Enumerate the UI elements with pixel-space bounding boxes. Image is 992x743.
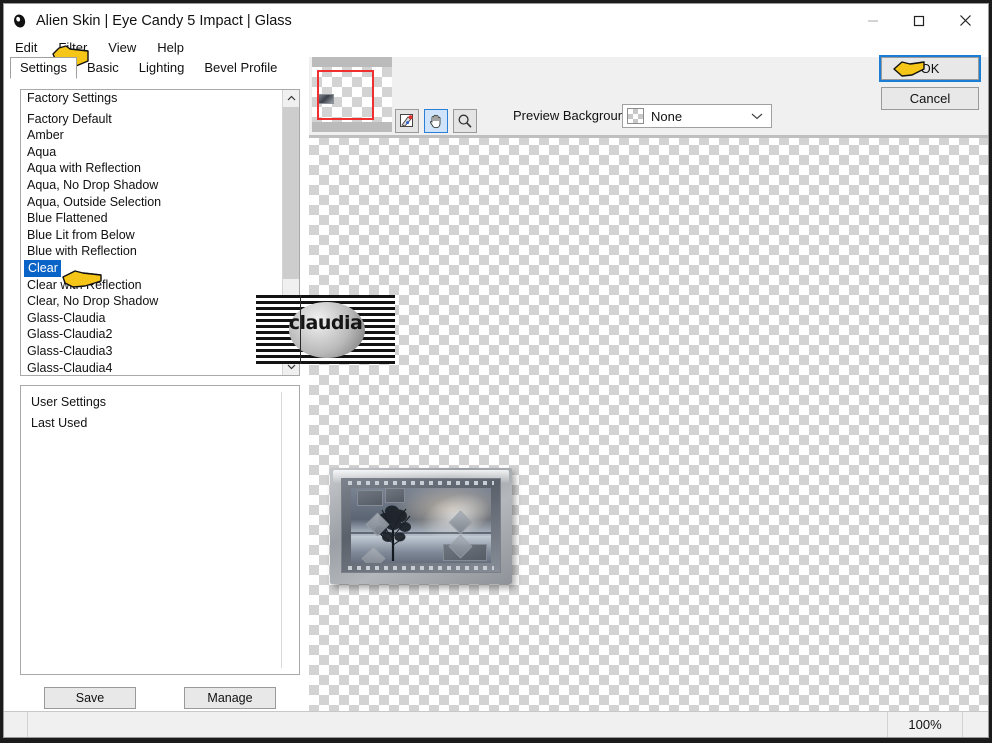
- list-item[interactable]: Aqua, No Drop Shadow: [21, 177, 282, 194]
- artwork-perforation-row: [348, 481, 494, 485]
- manage-button[interactable]: Manage: [184, 687, 276, 709]
- artwork-tab-shape: [385, 488, 405, 503]
- presets-scroll-area: Factory Settings Factory Default Amber A…: [21, 90, 282, 375]
- list-item[interactable]: Blue Flattened: [21, 210, 282, 227]
- navigator-top-band: [312, 57, 392, 67]
- artwork-inner-panel: [341, 478, 501, 573]
- list-item[interactable]: Amber: [21, 127, 282, 144]
- maximize-button[interactable]: [896, 4, 942, 37]
- list-item-selected-row: Clear: [21, 259, 282, 277]
- list-item[interactable]: Glass-Claudia4: [21, 360, 282, 376]
- preview-canvas[interactable]: [309, 135, 988, 711]
- status-message-cell: [28, 712, 888, 737]
- tab-bevel-profile[interactable]: Bevel Profile: [194, 57, 288, 79]
- preview-area: Preview Background: None OK Cancel: [309, 55, 988, 711]
- list-item[interactable]: Blue Lit from Below: [21, 227, 282, 244]
- preview-background-select[interactable]: None: [622, 104, 772, 128]
- status-left-cell: [4, 712, 28, 737]
- menu-item-filter[interactable]: Filter: [58, 40, 87, 55]
- save-button[interactable]: Save: [44, 687, 136, 709]
- list-item[interactable]: Clear, No Drop Shadow: [21, 293, 282, 310]
- application-window: Alien Skin | Eye Candy 5 Impact | Glass: [0, 0, 992, 743]
- claudia-watermark: claudia: [256, 295, 395, 364]
- list-item[interactable]: Last Used: [21, 413, 282, 434]
- list-item[interactable]: Glass-Claudia2: [21, 326, 282, 343]
- list-item[interactable]: User Settings: [21, 392, 282, 413]
- tab-settings[interactable]: Settings: [10, 57, 77, 79]
- list-item[interactable]: Aqua with Reflection: [21, 160, 282, 177]
- dialog-buttons: OK Cancel: [879, 55, 981, 110]
- chevron-down-icon[interactable]: [751, 107, 763, 125]
- watermark-text: claudia: [288, 312, 363, 334]
- preview-artwork: [330, 468, 512, 584]
- list-item[interactable]: Clear with Reflection: [21, 277, 282, 294]
- user-list-divider: [281, 392, 282, 668]
- window-controls: [850, 4, 988, 37]
- list-item[interactable]: Aqua: [21, 144, 282, 161]
- hand-tool-button[interactable]: [424, 109, 448, 133]
- zoom-tool-button[interactable]: [453, 109, 477, 133]
- list-item[interactable]: Aqua, Outside Selection: [21, 194, 282, 211]
- user-presets-list[interactable]: User Settings Last Used: [20, 385, 300, 675]
- menu-item-edit[interactable]: Edit: [15, 40, 37, 55]
- status-zoom-level: 100%: [888, 712, 963, 737]
- close-button[interactable]: [942, 4, 988, 37]
- scrollbar-thumb[interactable]: [283, 107, 299, 279]
- close-icon: [959, 15, 971, 26]
- ok-button[interactable]: OK: [879, 55, 981, 82]
- title-bar: Alien Skin | Eye Candy 5 Impact | Glass: [4, 4, 988, 37]
- eyedropper-tool-button[interactable]: [395, 109, 419, 133]
- window-inner-frame: Alien Skin | Eye Candy 5 Impact | Glass: [3, 3, 989, 738]
- watermark-vertical-line: [300, 295, 301, 364]
- minimize-icon: [868, 20, 878, 21]
- scroll-up-arrow-icon[interactable]: [283, 90, 299, 107]
- menu-item-view[interactable]: View: [108, 40, 136, 55]
- list-item[interactable]: Blue with Reflection: [21, 243, 282, 260]
- tab-strip: Settings Basic Lighting Bevel Profile: [4, 57, 309, 79]
- list-item-selected[interactable]: Clear: [24, 259, 61, 277]
- canvas-top-band: [309, 135, 988, 138]
- minimize-button[interactable]: [850, 4, 896, 37]
- settings-panel: Factory Settings Factory Default Amber A…: [4, 79, 309, 711]
- preset-action-buttons: Save Manage: [20, 683, 300, 713]
- artwork-photograph: [351, 488, 491, 563]
- tab-lighting[interactable]: Lighting: [128, 57, 195, 79]
- magnifier-icon: [458, 114, 472, 128]
- tool-buttons: [395, 109, 477, 133]
- status-resize-grip[interactable]: [963, 712, 988, 737]
- navigator-bottom-band: [312, 122, 392, 132]
- preview-background-label: Preview Background:: [513, 108, 636, 123]
- status-bar: 100%: [4, 711, 988, 737]
- maximize-icon: [913, 15, 925, 26]
- list-item[interactable]: Glass-Claudia3: [21, 343, 282, 360]
- navigator-thumbnail[interactable]: [312, 57, 392, 132]
- cancel-button[interactable]: Cancel: [881, 87, 979, 110]
- user-presets-scroll-area: User Settings Last Used: [21, 386, 282, 674]
- alien-eye-icon: [12, 13, 28, 29]
- list-item[interactable]: Glass-Claudia: [21, 310, 282, 327]
- hand-icon: [430, 114, 441, 129]
- transparent-checker-swatch-icon: [627, 108, 644, 124]
- navigator-viewport-rect[interactable]: [317, 70, 374, 120]
- artwork-tab-shape: [357, 490, 383, 506]
- menu-bar: Edit Filter View Help: [4, 37, 988, 57]
- menu-item-help[interactable]: Help: [157, 40, 184, 55]
- window-title: Alien Skin | Eye Candy 5 Impact | Glass: [36, 12, 292, 29]
- artwork-perforation-row: [348, 566, 494, 570]
- tab-basic[interactable]: Basic: [76, 57, 129, 79]
- eyedropper-icon: [400, 114, 413, 127]
- list-item[interactable]: Factory Default: [21, 111, 282, 128]
- list-item-group-header: Factory Settings: [27, 91, 118, 105]
- preview-background-value: None: [651, 108, 683, 124]
